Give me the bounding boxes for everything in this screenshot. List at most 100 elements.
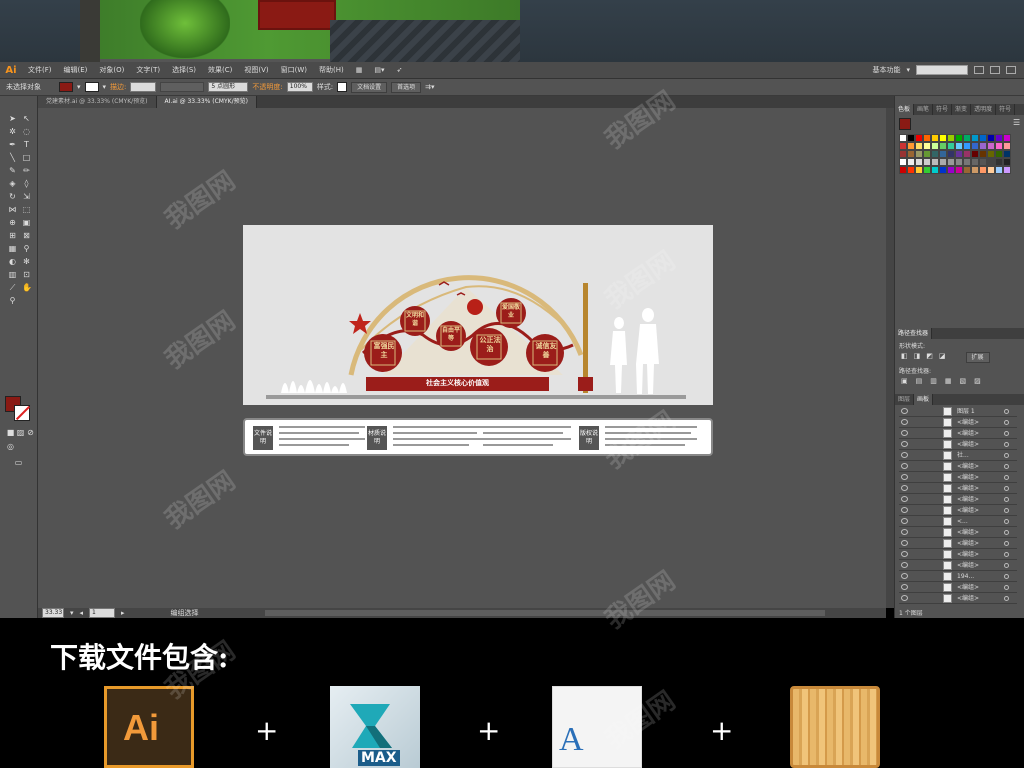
color-swatch[interactable]	[915, 150, 923, 158]
search-input[interactable]	[916, 65, 968, 75]
eye-icon[interactable]	[901, 584, 908, 590]
color-swatch[interactable]	[963, 142, 971, 150]
chevron-down-icon[interactable]: ▾	[77, 83, 81, 91]
eye-icon[interactable]	[901, 540, 908, 546]
color-swatch[interactable]	[979, 158, 987, 166]
fill-swatch[interactable]	[59, 82, 73, 92]
zoom-tool-icon[interactable]: ⚲	[8, 296, 17, 305]
stroke-color-box[interactable]	[14, 405, 30, 421]
chevron-down-icon[interactable]: ▾	[103, 83, 107, 91]
tab-gradient[interactable]: 渐变	[952, 104, 972, 115]
tab-symbols[interactable]: 符号	[933, 104, 953, 115]
eye-icon[interactable]	[901, 419, 908, 425]
color-swatch[interactable]	[995, 134, 1003, 142]
tab-transparency[interactable]: 透明度	[971, 104, 997, 115]
target-icon[interactable]	[1004, 530, 1009, 535]
color-swatch[interactable]	[939, 158, 947, 166]
menu-type[interactable]: 文字(T)	[130, 65, 166, 75]
opacity-label[interactable]: 不透明度:	[252, 82, 282, 92]
sublayer-row[interactable]: <编组>	[899, 538, 1017, 549]
color-swatch[interactable]	[923, 134, 931, 142]
minimize-button[interactable]	[974, 66, 984, 74]
menu-select[interactable]: 选择(S)	[166, 65, 202, 75]
prev-artboard-icon[interactable]: ◂	[80, 609, 84, 617]
color-swatch[interactable]	[963, 134, 971, 142]
eye-icon[interactable]	[901, 573, 908, 579]
target-icon[interactable]	[1004, 420, 1009, 425]
eye-icon[interactable]	[901, 562, 908, 568]
color-swatch[interactable]	[931, 134, 939, 142]
color-swatch[interactable]	[1003, 166, 1011, 174]
intersect-icon[interactable]: ◩	[926, 352, 933, 361]
paintbrush-icon[interactable]: ✎	[8, 166, 17, 175]
symbol-sprayer-icon[interactable]: ✻	[22, 257, 31, 266]
target-icon[interactable]	[1004, 497, 1009, 502]
color-swatch[interactable]	[899, 166, 907, 174]
artboard-tool-icon[interactable]: ⊡	[22, 270, 31, 279]
color-swatch[interactable]	[987, 142, 995, 150]
minus-back-icon[interactable]: ▨	[974, 377, 981, 386]
none-mode-icon[interactable]: ⊘	[26, 428, 35, 437]
trim-icon[interactable]: ▤	[916, 377, 923, 386]
target-icon[interactable]	[1004, 442, 1009, 447]
color-swatch[interactable]	[939, 142, 947, 150]
lasso-icon[interactable]: ◌	[22, 127, 31, 136]
type-tool-icon[interactable]: T	[22, 140, 31, 149]
eye-icon[interactable]	[901, 595, 908, 601]
color-swatch[interactable]	[1003, 158, 1011, 166]
eye-icon[interactable]	[901, 474, 908, 480]
arrange-docs-icon[interactable]: ⇉▾	[425, 83, 434, 91]
color-swatch[interactable]	[971, 166, 979, 174]
target-icon[interactable]	[1004, 552, 1009, 557]
horizontal-scrollbar[interactable]	[264, 610, 825, 616]
color-swatch[interactable]	[899, 158, 907, 166]
menu-edit[interactable]: 编辑(E)	[58, 65, 94, 75]
target-icon[interactable]	[1004, 541, 1009, 546]
minus-front-icon[interactable]: ◨	[914, 352, 921, 361]
gradient-icon[interactable]: ▦	[8, 244, 17, 253]
color-swatch[interactable]	[915, 134, 923, 142]
target-icon[interactable]	[1004, 596, 1009, 601]
color-swatch[interactable]	[955, 134, 963, 142]
color-swatch[interactable]	[1003, 134, 1011, 142]
target-icon[interactable]	[1004, 453, 1009, 458]
artboard-number-field[interactable]: 1	[89, 608, 116, 618]
sublayer-row[interactable]: <编组>	[899, 560, 1017, 571]
hand-tool-icon[interactable]: ✋	[22, 283, 32, 292]
color-swatch[interactable]	[995, 166, 1003, 174]
eye-icon[interactable]	[901, 452, 908, 458]
color-swatch[interactable]	[915, 142, 923, 150]
sublayer-row[interactable]: <编组>	[899, 549, 1017, 560]
width-tool-icon[interactable]: ⋈	[8, 205, 17, 214]
direct-selection-icon[interactable]: ↖	[22, 114, 31, 123]
menu-help[interactable]: 帮助(H)	[313, 65, 350, 75]
swatch-grid[interactable]	[899, 134, 1011, 190]
color-swatch[interactable]	[931, 158, 939, 166]
sublayer-row[interactable]: <编组>	[899, 505, 1017, 516]
mesh-icon[interactable]: ⊠	[22, 231, 31, 240]
color-swatch[interactable]	[955, 150, 963, 158]
sublayer-row[interactable]: <...	[899, 516, 1017, 527]
eye-icon[interactable]	[901, 430, 908, 436]
blend-icon[interactable]: ◐	[8, 257, 17, 266]
color-swatch[interactable]	[995, 150, 1003, 158]
list-view-icon[interactable]: ☰	[1013, 118, 1020, 127]
chevron-down-icon[interactable]: ▾	[906, 66, 910, 74]
color-swatch[interactable]	[923, 150, 931, 158]
menu-view[interactable]: 视图(V)	[238, 65, 274, 75]
scale-icon[interactable]: ⇲	[22, 192, 31, 201]
color-swatch[interactable]	[899, 134, 907, 142]
stroke-weight-field[interactable]	[130, 82, 157, 92]
target-icon[interactable]	[1004, 563, 1009, 568]
unite-icon[interactable]: ◧	[901, 352, 908, 361]
color-swatch[interactable]	[939, 166, 947, 174]
chevron-down-icon[interactable]: ▾	[70, 609, 74, 617]
menu-window[interactable]: 窗口(W)	[275, 65, 313, 75]
free-transform-icon[interactable]: ⬚	[22, 205, 31, 214]
vertical-scrollbar[interactable]	[886, 108, 894, 608]
tab-ai[interactable]: AI.ai @ 33.33% (CMYK/预览)	[156, 96, 257, 108]
exclude-icon[interactable]: ◪	[939, 352, 946, 361]
sublayer-row[interactable]: 社...	[899, 450, 1017, 461]
sublayer-row[interactable]: <编组>	[899, 428, 1017, 439]
sublayer-row[interactable]: <编组>	[899, 472, 1017, 483]
